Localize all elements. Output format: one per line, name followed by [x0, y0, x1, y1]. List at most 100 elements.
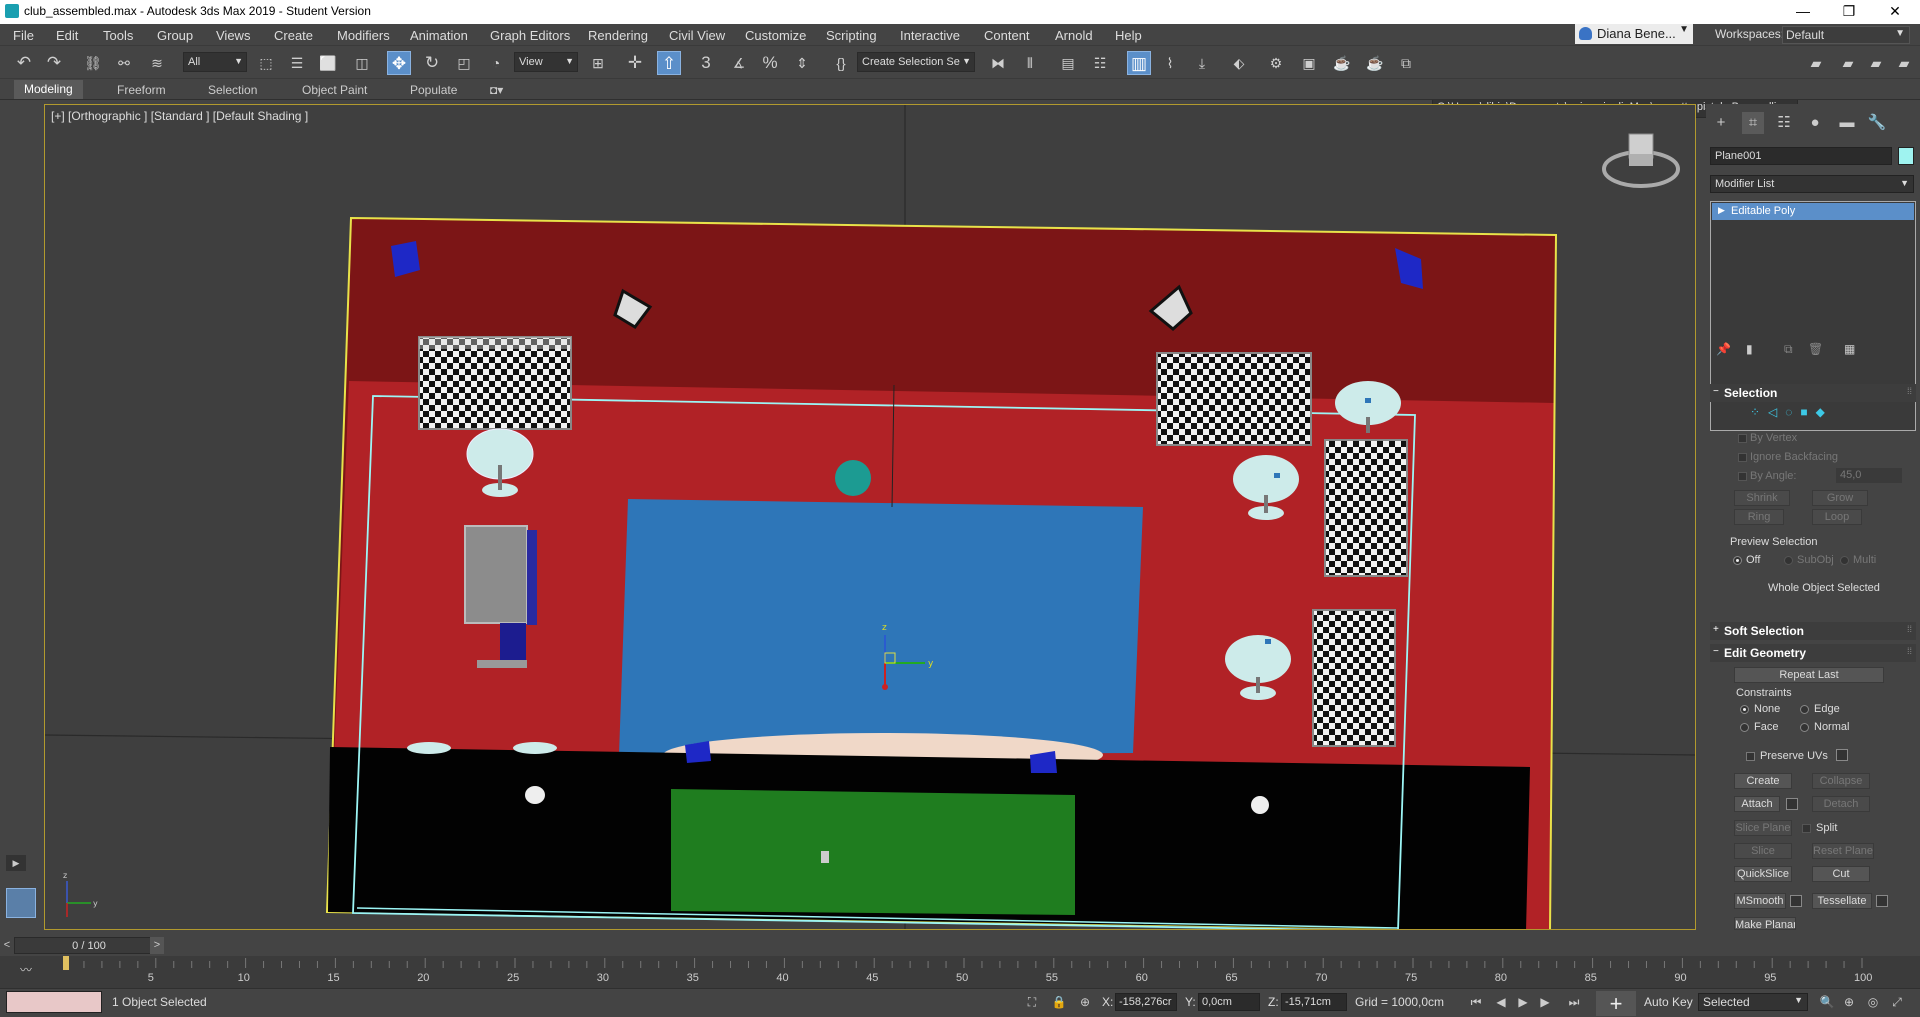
toggle-ribbon-icon[interactable]: ☷ [1088, 51, 1112, 75]
time-slider[interactable]: 0 / 100 [14, 937, 164, 954]
menu-customize[interactable]: Customize [745, 28, 806, 43]
zoom-icon[interactable]: 🔍 [1818, 993, 1836, 1011]
current-frame-marker[interactable] [63, 956, 69, 970]
menu-animation[interactable]: Animation [410, 28, 468, 43]
set-project-folder-icon[interactable]: ▰ [1804, 51, 1828, 75]
preserve-uvs-settings-icon[interactable] [1836, 749, 1848, 761]
align-icon[interactable]: ⫴ [1018, 51, 1042, 75]
expand-layout-tab-icon[interactable]: ▶ [6, 855, 26, 871]
ribbon-options-icon[interactable]: ◘▾ [490, 83, 503, 97]
pivot-center-icon[interactable]: ⊞ [586, 51, 610, 75]
keyboard-shortcut-override-icon[interactable]: ⇧ [657, 51, 681, 75]
track-bar[interactable]: 〰 5 10 15 20 25 30 35 40 45 50 55 60 65 70 75 80 85 90 95 1… [0, 956, 1920, 988]
by-angle-checkbox[interactable] [1738, 472, 1747, 481]
rect-selection-icon[interactable]: ⬜ [316, 51, 340, 75]
named-selection-set-dropdown[interactable]: Create Selection Se ▼ [857, 52, 975, 72]
go-to-start-icon[interactable]: ⏮ [1467, 993, 1485, 1011]
cut-button[interactable]: Cut [1812, 866, 1870, 882]
menu-graph-editors[interactable]: Graph Editors [490, 28, 570, 43]
menu-views[interactable]: Views [216, 28, 250, 43]
x-coord-field[interactable]: -158,276cr [1115, 993, 1177, 1011]
tab-freeform[interactable]: Freeform [117, 83, 166, 97]
soft-selection-rollout-header[interactable]: + Soft Selection ⁞⁞ [1710, 622, 1916, 640]
motion-tab-icon[interactable]: ● [1804, 112, 1826, 134]
menu-edit[interactable]: Edit [56, 28, 78, 43]
detach-button[interactable]: Detach [1812, 796, 1870, 812]
selection-lock-icon[interactable]: 🔒 [1050, 993, 1068, 1011]
window-crossing-icon[interactable]: ◫ [350, 51, 374, 75]
menu-civil-view[interactable]: Civil View [669, 28, 725, 43]
render-setup-icon[interactable]: ⚙ [1264, 51, 1288, 75]
maximize-viewport-icon[interactable]: ⤢ [1888, 993, 1906, 1011]
project-folder-icon[interactable]: ▰ [1836, 51, 1860, 75]
next-frame-icon[interactable]: ▶ [1536, 993, 1554, 1011]
angle-snap-icon[interactable]: ∡ [727, 51, 751, 75]
menu-create[interactable]: Create [274, 28, 313, 43]
menu-tools[interactable]: Tools [103, 28, 133, 43]
rendered-frame-window-icon[interactable]: ▣ [1297, 51, 1321, 75]
object-name-field[interactable]: Plane001 [1710, 147, 1892, 165]
select-object-icon[interactable]: ⬚ [254, 51, 278, 75]
redo-icon[interactable]: ↷ [42, 51, 66, 75]
collapse-button[interactable]: Collapse [1812, 773, 1870, 789]
tab-object-paint[interactable]: Object Paint [302, 83, 367, 97]
constraint-edge-radio[interactable] [1800, 705, 1809, 714]
render-iterative-icon[interactable]: ☕ [1363, 51, 1387, 75]
ring-button[interactable]: Ring [1734, 509, 1784, 525]
orthographic-viewport[interactable]: z y z y [+] [Orthographic ] [Standard ] … [44, 104, 1696, 930]
configure-modifier-sets-icon[interactable]: ▦ [1844, 342, 1855, 356]
percent-snap-icon[interactable]: % [758, 51, 782, 75]
angle-spinner[interactable]: 45,0 [1836, 468, 1902, 483]
preview-off-radio[interactable] [1733, 556, 1742, 565]
modifier-list-dropdown[interactable]: Modifier List ▼ [1710, 175, 1914, 193]
tab-populate[interactable]: Populate [410, 83, 457, 97]
expand-triangle-icon[interactable]: ▶ [1718, 205, 1725, 216]
curve-editor-icon[interactable]: ⌇ [1158, 51, 1182, 75]
tab-modeling[interactable]: Modeling [14, 80, 83, 99]
close-button[interactable]: ✕ [1872, 0, 1918, 24]
field-of-view-icon[interactable]: ◎ [1864, 993, 1882, 1011]
selection-filter-dropdown[interactable]: All ▼ [183, 52, 247, 72]
attach-list-icon[interactable] [1786, 798, 1798, 810]
ignore-backfacing-checkbox[interactable] [1738, 453, 1747, 462]
project-open-icon[interactable]: ▰ [1892, 51, 1916, 75]
edit-geometry-rollout-header[interactable]: − Edit Geometry ⁞⁞ [1710, 644, 1916, 662]
display-tab-icon[interactable]: ▬ [1836, 112, 1858, 134]
create-tab-icon[interactable]: + [1710, 112, 1732, 134]
remove-modifier-icon[interactable]: 🗑 [1808, 342, 1823, 356]
key-filter-dropdown[interactable]: Selected ▼ [1698, 993, 1808, 1011]
by-vertex-checkbox[interactable] [1738, 434, 1747, 443]
unlink-icon[interactable]: ⚯ [112, 51, 136, 75]
subobject-level-icons[interactable]: ⁘◁◌■◆ [1750, 405, 1870, 421]
viewport-label[interactable]: [+] [Orthographic ] [Standard ] [Default… [51, 109, 308, 123]
schematic-view-icon[interactable]: ⤓ [1190, 51, 1214, 75]
msmooth-settings-icon[interactable] [1790, 895, 1802, 907]
project-create-icon[interactable]: ▰ [1864, 51, 1888, 75]
y-coord-field[interactable]: 0,0cm [1198, 993, 1260, 1011]
make-planar-button[interactable]: Make Planar [1734, 917, 1796, 930]
tessellate-button[interactable]: Tessellate [1812, 893, 1872, 909]
add-key-button[interactable]: + [1596, 991, 1636, 1016]
show-end-result-icon[interactable]: ▮ [1746, 342, 1753, 356]
scale-icon[interactable]: ◰ [452, 51, 476, 75]
maxscript-listener-box[interactable] [6, 991, 102, 1013]
maximize-button[interactable]: ❐ [1826, 0, 1872, 24]
select-manipulate-icon[interactable]: ✛ [623, 51, 647, 75]
scene-explorer-icon[interactable]: ▥ [1127, 51, 1151, 75]
menu-scripting[interactable]: Scripting [826, 28, 877, 43]
utilities-tab-icon[interactable]: 🔧 [1866, 112, 1888, 134]
absolute-offset-mode-icon[interactable]: ⊕ [1076, 993, 1094, 1011]
prev-frame-button[interactable]: < [0, 937, 14, 954]
snaps-toggle-icon[interactable]: 3 [694, 51, 718, 75]
move-icon[interactable]: ✥ [387, 51, 411, 75]
menu-help[interactable]: Help [1115, 28, 1142, 43]
play-icon[interactable]: ▶ [1514, 993, 1532, 1011]
pin-stack-icon[interactable]: 📌 [1716, 342, 1731, 356]
reset-plane-button[interactable]: Reset Plane [1812, 843, 1874, 859]
previous-frame-icon[interactable]: ◀ [1492, 993, 1510, 1011]
modify-tab-icon[interactable]: ⌗ [1742, 112, 1764, 134]
mirror-icon[interactable]: ⧓ [986, 51, 1010, 75]
user-account-button[interactable]: Diana Bene... ▼ [1575, 24, 1693, 44]
z-coord-field[interactable]: -15,71cm [1281, 993, 1347, 1011]
constraint-face-radio[interactable] [1740, 723, 1749, 732]
